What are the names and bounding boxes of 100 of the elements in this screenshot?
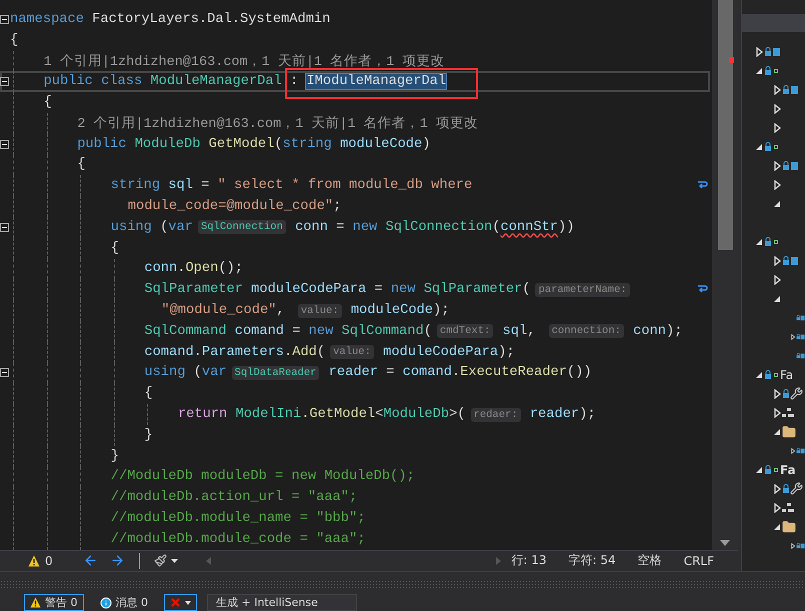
csharp-project-icon — [774, 144, 778, 148]
scroll-thumb[interactable] — [718, 0, 732, 250]
code-text: ( — [522, 282, 530, 298]
forward-arrow-icon[interactable] — [110, 553, 125, 568]
collapsed-arrow-icon[interactable] — [772, 274, 782, 284]
code-text: , — [527, 324, 536, 339]
expanded-arrow-icon[interactable] — [754, 370, 764, 378]
collapsed-arrow-icon[interactable] — [790, 332, 796, 342]
keyword: new — [308, 324, 334, 339]
code-comment: //moduleDb.action_url = "aaa"; — [110, 490, 358, 506]
expanded-arrow-icon[interactable] — [772, 294, 782, 302]
expanded-arrow-icon[interactable] — [754, 66, 764, 74]
lock-icon — [796, 313, 800, 322]
code-text: >( — [449, 407, 466, 422]
method-name: .Add — [284, 344, 317, 360]
code-text: = — [373, 282, 384, 298]
folder-icon — [782, 424, 796, 438]
collapse-icon[interactable] — [0, 77, 9, 86]
lock-icon — [764, 142, 772, 151]
csharp-project-icon — [774, 240, 778, 244]
lock-icon — [796, 332, 800, 341]
collapse-icon[interactable] — [0, 222, 9, 232]
identifier: comand.Parameters — [144, 344, 284, 360]
collapsed-arrow-icon[interactable] — [772, 256, 782, 266]
scope-dropdown[interactable]: 生成 + IntelliSense — [207, 594, 357, 611]
code-text: ( — [274, 136, 283, 152]
code-text: ); — [666, 324, 682, 339]
keyword: string — [110, 178, 160, 194]
collapsed-arrow-icon[interactable] — [772, 104, 782, 114]
warning-icon — [30, 597, 41, 608]
line-number[interactable]: 行: 13 — [511, 552, 547, 570]
lock-icon — [782, 484, 790, 493]
code-lens[interactable]: 1 个引用|1zhdizhen@163.com，1 天前|1 名作者，1 项更改 — [44, 52, 444, 70]
line-ending[interactable]: CRLF — [684, 554, 714, 568]
collapsed-arrow-icon[interactable] — [772, 502, 782, 512]
code-text: } — [110, 448, 119, 464]
parameter-hint: value: — [298, 304, 342, 318]
collapse-icon[interactable] — [0, 14, 9, 24]
identifier: conn — [144, 261, 178, 276]
project-label[interactable]: Fa — [780, 368, 794, 382]
keyword: public class — [44, 74, 142, 90]
lock-icon — [764, 66, 772, 75]
type-name: SqlCommand — [340, 324, 424, 339]
expanded-arrow-icon[interactable] — [754, 142, 764, 150]
collapsed-arrow-icon[interactable] — [772, 160, 782, 170]
identifier: sql — [502, 324, 528, 339]
identifier: conn — [294, 220, 328, 235]
filter-toggle[interactable]: 警告 0 — [24, 594, 84, 611]
collapsed-arrow-icon[interactable] — [772, 122, 782, 132]
warning-icon — [28, 554, 40, 567]
code-lens[interactable]: 2 个引用|1zhdizhen@163.com，1 天前|1 名作者，1 项更改 — [77, 114, 478, 132]
collapsed-arrow-icon[interactable] — [772, 484, 782, 494]
caret-icon — [185, 600, 191, 604]
project-label[interactable]: Fa — [780, 462, 796, 476]
collapsed-arrow-icon[interactable] — [772, 388, 782, 398]
collapsed-arrow-icon[interactable] — [790, 540, 796, 550]
lock-icon — [782, 85, 790, 94]
collapsed-arrow-icon[interactable] — [790, 446, 796, 456]
folder-icon — [782, 520, 796, 534]
vertical-scrollbar[interactable] — [712, 0, 738, 550]
string-literal: " select * from module_db where — [218, 178, 472, 194]
wrench-icon — [790, 387, 803, 400]
expanded-arrow-icon[interactable] — [754, 466, 764, 474]
collapsed-arrow-icon[interactable] — [754, 46, 764, 56]
indent-mode[interactable]: 空格 — [638, 552, 662, 570]
code-text: ( — [192, 365, 202, 380]
collapsed-arrow-icon[interactable] — [772, 84, 782, 94]
string-literal: module_code=@module_code" — [128, 199, 334, 214]
identifier: moduleCode — [339, 136, 422, 152]
code-text: , — [276, 303, 286, 318]
collapsed-arrow-icon[interactable] — [772, 408, 782, 418]
expanded-arrow-icon[interactable] — [772, 200, 782, 208]
expanded-arrow-icon[interactable] — [754, 238, 764, 246]
column-number[interactable]: 字符: 54 — [568, 552, 616, 570]
code-text: = — [335, 220, 346, 235]
type-name: SqlConnection — [384, 220, 492, 235]
code-text: { — [77, 157, 86, 172]
wrench-icon — [790, 482, 803, 495]
keyword: var — [202, 365, 227, 380]
expanded-arrow-icon[interactable] — [772, 428, 782, 436]
collapsed-arrow-icon[interactable] — [772, 180, 782, 190]
code-text: = — [385, 365, 396, 380]
collapse-icon[interactable] — [0, 140, 9, 149]
expanded-arrow-icon[interactable] — [772, 522, 782, 530]
method-name: Open — [185, 261, 218, 276]
csharp-project-icon — [774, 68, 778, 72]
code-text: )) — [558, 220, 574, 235]
keyword: var — [168, 220, 193, 235]
lock-icon — [782, 389, 790, 398]
selected-text: IModuleManagerDal — [306, 74, 446, 90]
brush-icon[interactable] — [154, 554, 167, 568]
warning-count[interactable]: 0 — [45, 554, 53, 568]
file-icon — [790, 160, 798, 170]
caret-icon[interactable] — [170, 558, 178, 563]
filter-dropdown[interactable] — [164, 594, 197, 611]
collapse-icon[interactable] — [0, 368, 9, 378]
scroll-down-icon[interactable] — [720, 540, 730, 546]
lock-icon — [796, 351, 800, 360]
lock-icon — [796, 446, 800, 455]
lock-icon — [764, 465, 772, 474]
